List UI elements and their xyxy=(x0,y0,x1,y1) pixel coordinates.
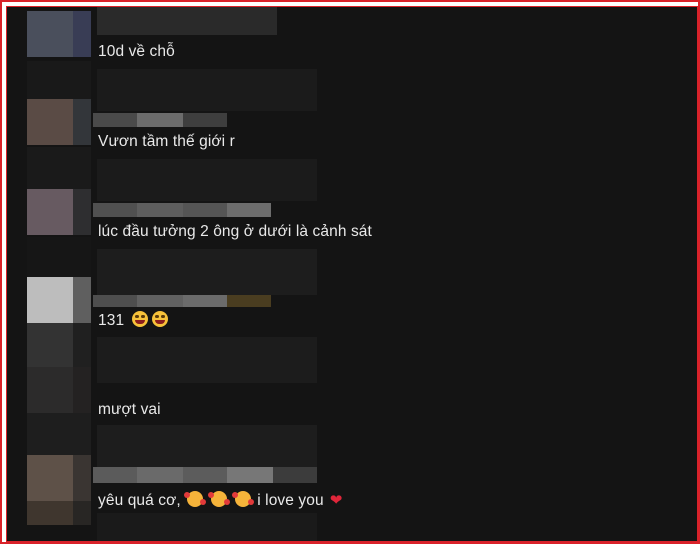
avatar[interactable] xyxy=(27,277,91,323)
comment-text-suffix: i love you xyxy=(257,492,324,509)
screenshot-frame: 10d về chỗ Vươn tầm thế giới r lúc đầu t… xyxy=(0,0,700,544)
username-redacted[interactable] xyxy=(93,467,317,483)
username-redacted[interactable] xyxy=(93,203,271,217)
laughing-emoji xyxy=(152,311,169,327)
comments-panel: 10d về chỗ Vươn tầm thế giới r lúc đầu t… xyxy=(6,6,698,542)
avatar[interactable] xyxy=(27,99,91,145)
avatar[interactable] xyxy=(27,11,91,57)
username-redacted[interactable] xyxy=(93,113,227,127)
comment-text-value: yêu quá cơ, xyxy=(98,492,181,509)
comment-text: mượt vai xyxy=(98,401,161,418)
username-redacted[interactable] xyxy=(93,295,271,307)
smiling-hearts-emoji xyxy=(183,491,206,507)
laughing-emoji xyxy=(132,311,149,327)
avatar[interactable] xyxy=(27,323,91,413)
comment-text: lúc đầu tưởng 2 ông ở dưới là cảnh sát xyxy=(98,223,372,240)
comment-text: Vươn tầm thế giới r xyxy=(98,133,235,150)
comment-text: 10d về chỗ xyxy=(98,43,175,60)
comment-text: 131 xyxy=(98,311,169,330)
comment-text: yêu quá cơ, i love you ❤ xyxy=(98,491,342,510)
avatar[interactable] xyxy=(27,189,91,235)
comment-text-value: 131 xyxy=(98,312,125,329)
avatar[interactable] xyxy=(27,455,91,525)
heart-icon: ❤ xyxy=(329,492,343,509)
smiling-hearts-emoji xyxy=(207,491,230,507)
smiling-hearts-emoji xyxy=(231,491,254,507)
